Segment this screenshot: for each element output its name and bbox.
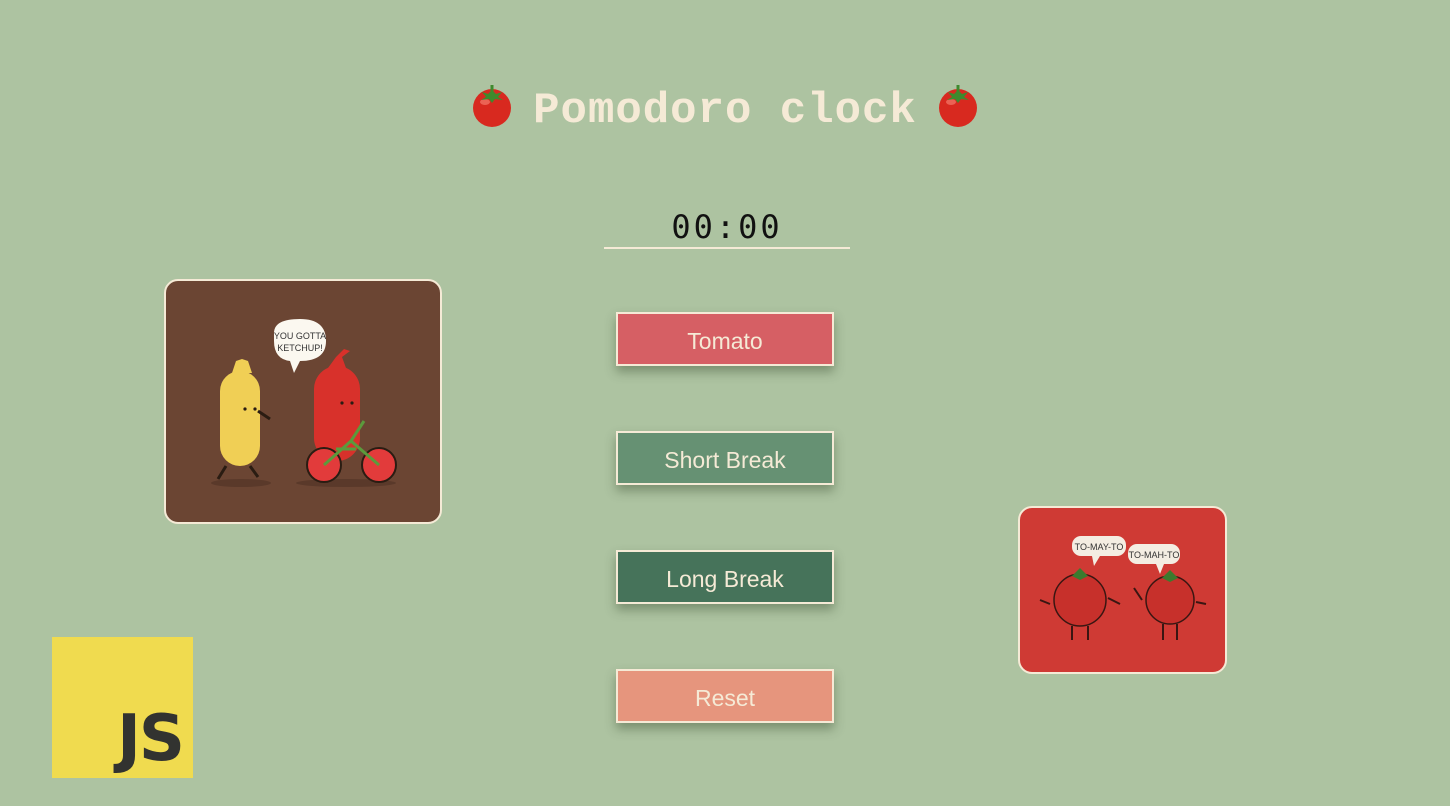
javascript-logo-text: JS	[117, 702, 185, 776]
timer-display: 00:00	[604, 205, 850, 249]
speech-bubble-tomayto: TO-MAY-TO	[1075, 542, 1124, 552]
tomato-icon	[473, 85, 512, 128]
reset-button[interactable]: Reset	[616, 669, 834, 723]
tomato-button[interactable]: Tomato	[616, 312, 834, 366]
ketchup-mustard-artwork: YOU GOTTA KETCHUP!	[211, 319, 397, 487]
javascript-logo: JS	[52, 637, 193, 778]
tomato-tomahto-artwork: TO-MAY-TO TO-MAH-TO	[1039, 536, 1207, 640]
speech-bubble-line-2: KETCHUP!	[277, 343, 323, 353]
page-title: Pomodoro clock	[0, 81, 1450, 141]
tomato-icon	[938, 85, 977, 128]
ketchup-mustard-illustration: YOU GOTTA KETCHUP!	[164, 279, 442, 524]
speech-bubble-tomahto: TO-MAH-TO	[1129, 550, 1180, 560]
speech-bubble-line-1: YOU GOTTA	[274, 331, 326, 341]
page-title-text: Pomodoro clock	[533, 86, 917, 137]
tomato-tomahto-illustration: TO-MAY-TO TO-MAH-TO	[1018, 506, 1227, 674]
long-break-button[interactable]: Long Break	[616, 550, 834, 604]
short-break-button[interactable]: Short Break	[616, 431, 834, 485]
